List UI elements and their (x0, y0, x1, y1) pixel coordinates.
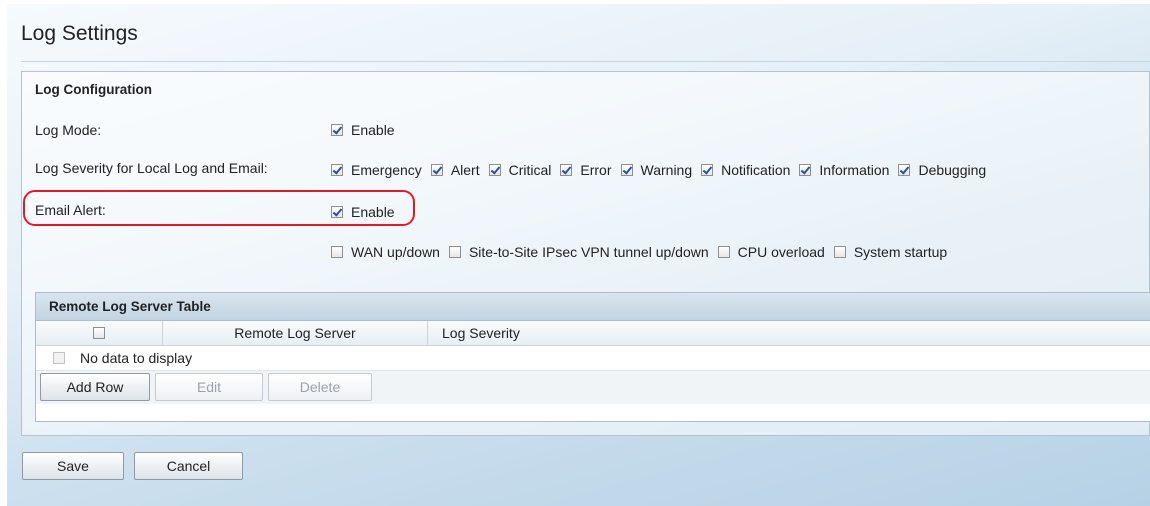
severity-information-checkbox[interactable] (799, 164, 812, 176)
severity-warning-label: Warning (640, 162, 693, 178)
cancel-button[interactable]: Cancel (134, 452, 243, 480)
log-mode-row: Enable (331, 122, 404, 138)
severity-information-label: Information (819, 162, 890, 178)
system-startup-checkbox[interactable] (833, 246, 846, 258)
cpu-overload-checkbox[interactable] (717, 246, 730, 258)
wan-updown-checkbox[interactable] (331, 246, 343, 258)
empty-row: No data to display (36, 346, 1150, 371)
page: Log Settings Log Configuration Log Mode:… (7, 4, 1150, 506)
select-all-checkbox[interactable] (93, 327, 105, 339)
select-all-cell (36, 321, 163, 345)
email-alert-label: Email Alert: (35, 202, 106, 218)
title-divider (21, 61, 1150, 62)
remote-table-title: Remote Log Server Table (36, 293, 1150, 321)
email-alert-enable-label: Enable (351, 204, 395, 220)
email-alert-row: Enable (331, 204, 404, 220)
log-mode-label: Log Mode: (35, 122, 102, 138)
severity-debugging-label: Debugging (918, 162, 987, 178)
severity-critical-label: Critical (508, 162, 552, 178)
severity-notification-checkbox[interactable] (701, 164, 714, 176)
empty-row-checkbox (53, 352, 65, 364)
table-actions-bar: Add Row Edit Delete (36, 371, 1150, 404)
severity-error-checkbox[interactable] (560, 164, 573, 176)
add-row-button[interactable]: Add Row (40, 373, 150, 401)
log-mode-enable-label: Enable (351, 122, 395, 138)
log-configuration-panel: Log Configuration Log Mode: Enable Log S… (21, 71, 1150, 436)
vpn-tunnel-updown-checkbox[interactable] (448, 246, 461, 258)
severity-row: Emergency Alert Critical Error Warning N… (331, 162, 995, 178)
remote-log-server-table: Remote Log Server Table Remote Log Serve… (35, 292, 1150, 422)
section-title: Log Configuration (35, 82, 152, 97)
edit-button[interactable]: Edit (155, 373, 263, 401)
severity-label: Log Severity for Local Log and Email: (35, 160, 268, 176)
severity-alert-label: Alert (450, 162, 480, 178)
column-header-remote-log-server[interactable]: Remote Log Server (163, 321, 428, 345)
email-alert-enable-checkbox[interactable] (331, 206, 343, 218)
save-button[interactable]: Save (22, 452, 124, 480)
empty-row-text: No data to display (80, 350, 193, 366)
delete-button[interactable]: Delete (268, 373, 372, 401)
severity-emergency-label: Emergency (351, 162, 422, 178)
table-header: Remote Log Server Log Severity (36, 321, 1150, 346)
page-title: Log Settings (21, 22, 138, 45)
severity-error-label: Error (580, 162, 612, 178)
alert-events-row: WAN up/down Site-to-Site IPsec VPN tunne… (331, 244, 956, 260)
severity-emergency-checkbox[interactable] (331, 164, 343, 176)
severity-debugging-checkbox[interactable] (898, 164, 911, 176)
column-header-log-severity[interactable]: Log Severity (442, 321, 520, 345)
log-mode-enable-checkbox[interactable] (331, 124, 343, 136)
vpn-tunnel-updown-label: Site-to-Site IPsec VPN tunnel up/down (468, 244, 709, 260)
wan-updown-label: WAN up/down (351, 244, 440, 260)
severity-warning-checkbox[interactable] (620, 164, 633, 176)
severity-critical-checkbox[interactable] (488, 164, 501, 176)
severity-notification-label: Notification (721, 162, 791, 178)
severity-alert-checkbox[interactable] (430, 164, 443, 176)
system-startup-label: System startup (853, 244, 948, 260)
cpu-overload-label: CPU overload (737, 244, 825, 260)
